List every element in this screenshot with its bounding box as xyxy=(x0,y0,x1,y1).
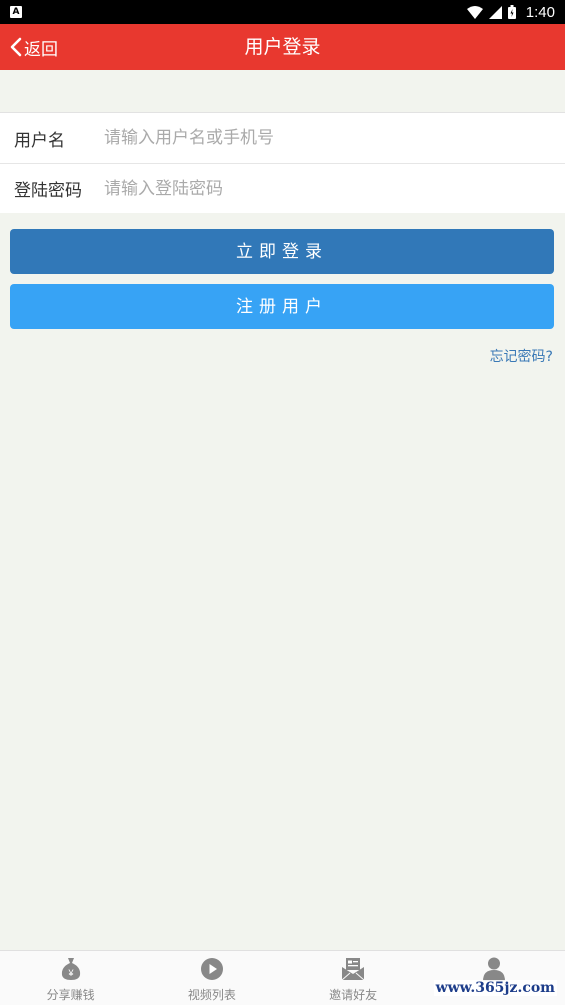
register-button[interactable]: 注册用户 xyxy=(10,284,554,329)
tab-share-earn[interactable]: ¥ 分享赚钱 xyxy=(0,951,141,1005)
page-title: 用户登录 xyxy=(244,36,321,58)
invite-envelope-icon xyxy=(340,956,366,982)
password-row: 登陆密码 xyxy=(0,163,565,213)
username-label: 用户名 xyxy=(14,130,65,151)
tab-label: 视频列表 xyxy=(187,988,236,1002)
tab-invite-friends[interactable]: 邀请好友 xyxy=(283,951,424,1005)
money-bag-icon: ¥ xyxy=(58,956,84,982)
back-button[interactable]: 返回 xyxy=(10,24,58,70)
login-form: 用户名 登陆密码 xyxy=(0,112,565,213)
chevron-left-icon xyxy=(10,37,22,57)
back-label: 返回 xyxy=(24,39,58,60)
svg-text:¥: ¥ xyxy=(67,968,74,978)
username-input[interactable] xyxy=(104,118,565,158)
tab-label: 邀请好友 xyxy=(329,988,378,1002)
login-button[interactable]: 立即登录 xyxy=(10,229,554,274)
forgot-password-link[interactable]: 忘记密码? xyxy=(490,346,553,366)
watermark: www.365jz.com xyxy=(433,980,557,996)
tab-label: 分享赚钱 xyxy=(46,988,95,1002)
user-icon xyxy=(481,956,507,982)
app-header: 返回 用户登录 xyxy=(0,24,565,70)
play-circle-icon xyxy=(199,956,225,982)
password-label: 登陆密码 xyxy=(14,181,82,201)
tab-video-list[interactable]: 视频列表 xyxy=(141,951,282,1005)
status-bar: A 1:40 xyxy=(0,0,565,24)
password-input[interactable] xyxy=(104,168,565,209)
status-icons: 1:40 xyxy=(466,0,555,24)
bottom-tab-bar: ¥ 分享赚钱 视频列表 邀请好友 xyxy=(0,950,565,1005)
notification-icon: A xyxy=(10,6,22,18)
username-row: 用户名 xyxy=(0,113,565,163)
clock: 1:40 xyxy=(525,3,555,21)
signal-icon xyxy=(488,5,502,19)
wifi-icon xyxy=(466,5,483,19)
tab-profile[interactable] xyxy=(424,951,565,1005)
battery-icon xyxy=(507,5,516,19)
